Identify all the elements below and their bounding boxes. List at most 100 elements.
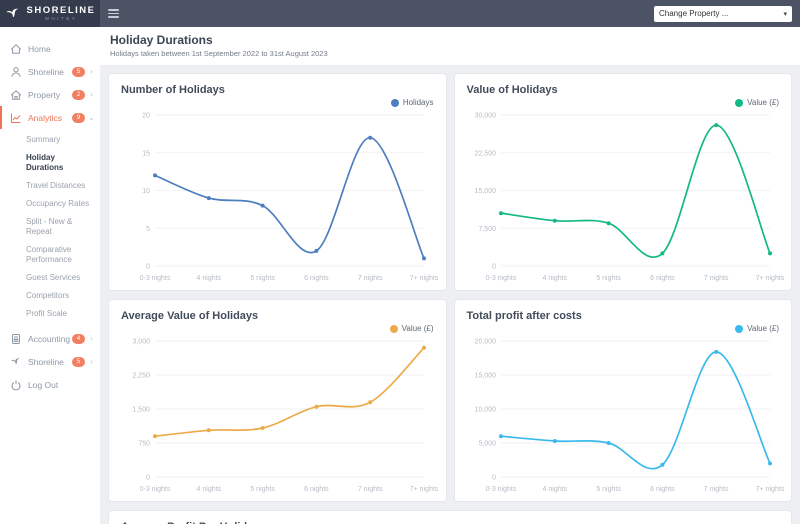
legend-label: Value (£) [747,98,779,107]
svg-text:4 nights: 4 nights [542,275,567,282]
seagull-logo-icon [5,8,18,18]
legend-label: Value (£) [401,324,434,333]
sidebar-item-logout[interactable]: Log Out [0,373,100,396]
svg-text:20,000: 20,000 [474,339,496,346]
house-icon [10,89,22,101]
chart-card-number-of-holidays: Number of Holidays Holidays 0 5 10 15 20 0-3 … [108,73,447,291]
line-chart[interactable]: 0 5,000 10,000 15,000 20,000 0-3 nights 4 nigh… [467,333,784,495]
logo-subtitle: WHITBY [44,16,78,21]
svg-text:1,500: 1,500 [132,407,150,414]
svg-text:0: 0 [492,264,496,271]
svg-text:5 nights: 5 nights [596,486,621,493]
svg-text:15: 15 [142,150,150,157]
sidebar-item-property[interactable]: Property 2 › [0,83,100,106]
svg-text:0: 0 [146,264,150,271]
svg-text:4 nights: 4 nights [542,486,567,493]
submenu-item-holiday-durations[interactable]: Holiday Durations [0,149,100,177]
bird-icon [10,356,22,368]
chart-card-average-profit-per-holiday: Average Profit Per Holiday [108,510,792,524]
submenu-item-summary[interactable]: Summary [0,131,100,149]
person-icon [10,66,22,78]
badge: 4 [72,333,85,344]
submenu-item-comparative-performance[interactable]: Comparative Performance [0,241,100,269]
svg-text:6 nights: 6 nights [304,275,329,282]
sidebar: Home Shoreline 5 › Property 2 › Analytic… [0,27,100,524]
svg-text:7,500: 7,500 [478,226,496,233]
chart-title: Number of Holidays [121,84,225,96]
svg-text:30,000: 30,000 [474,113,496,120]
svg-text:7+ nights: 7+ nights [410,486,439,493]
line-chart[interactable]: 0 5 10 15 20 0-3 nights 4 nights 5 nights 6 nigh… [121,107,439,284]
svg-text:3,000: 3,000 [132,339,150,346]
page-title: Holiday Durations [110,33,213,47]
chevron-down-icon: ⌄ [88,113,95,122]
svg-text:4 nights: 4 nights [197,275,222,282]
svg-text:7 nights: 7 nights [703,275,728,282]
chart-title: Average Value of Holidays [121,310,259,322]
chart-legend: Value (£) [467,324,779,333]
legend-dot-icon [735,98,744,107]
svg-text:5 nights: 5 nights [250,275,275,282]
sidebar-item-shoreline-2[interactable]: Shoreline 5 › [0,350,100,373]
legend-dot-icon [389,324,398,333]
charts-grid: Number of Holidays Holidays 0 5 10 15 20 0-3 … [100,65,800,524]
svg-text:7+ nights: 7+ nights [755,275,784,282]
legend-dot-icon [390,98,399,107]
svg-text:0: 0 [492,475,496,482]
page-subtitle: Holidays taken between 1st September 202… [110,49,328,58]
chevron-right-icon: › [90,90,93,99]
svg-text:6 nights: 6 nights [650,486,675,493]
change-property-label: Change Property ... [659,9,729,18]
chart-title: Total profit after costs [466,310,582,322]
change-property-select[interactable]: Change Property ... ▾ [654,5,792,22]
svg-text:0-3 nights: 0-3 nights [485,486,516,493]
chart-legend: Holidays [121,98,434,107]
badge: 2 [72,89,85,100]
legend-label: Value (£) [747,324,779,333]
power-icon [10,379,22,391]
svg-text:7 nights: 7 nights [703,486,728,493]
sidebar-item-accounting[interactable]: Accounting 4 › [0,327,100,350]
sidebar-item-analytics[interactable]: Analytics 9 ⌄ [0,106,100,129]
app-logo[interactable]: SHORELINE WHITBY [0,0,100,27]
svg-text:7 nights: 7 nights [358,275,383,282]
chart-card-total-profit: Total profit after costs Value (£) 0 5,00… [453,299,792,502]
svg-text:7+ nights: 7+ nights [755,486,784,493]
sidebar-item-home[interactable]: Home [0,37,100,60]
badge: 5 [72,356,85,367]
submenu-item-travel-distances[interactable]: Travel Distances [0,177,100,195]
svg-text:6 nights: 6 nights [304,486,329,493]
svg-text:6 nights: 6 nights [650,275,675,282]
svg-text:0-3 nights: 0-3 nights [140,275,171,282]
svg-text:5 nights: 5 nights [250,486,275,493]
svg-text:4 nights: 4 nights [197,486,222,493]
svg-text:5 nights: 5 nights [596,275,621,282]
badge: 5 [72,66,85,77]
submenu-item-occupancy-rates[interactable]: Occupancy Rates [0,195,100,213]
submenu-item-guest-services[interactable]: Guest Services [0,269,100,287]
svg-text:2,250: 2,250 [132,373,150,380]
line-chart[interactable]: 0 750 1,500 2,250 3,000 0-3 nights 4 nights 5 n… [121,333,438,495]
svg-text:15,000: 15,000 [474,373,496,380]
svg-text:10,000: 10,000 [474,407,496,414]
page-header: Holiday Durations Holidays taken between… [100,27,800,65]
svg-text:5,000: 5,000 [478,441,496,448]
main-content: Holiday Durations Holidays taken between… [100,27,800,524]
chart-legend: Value (£) [121,324,434,333]
legend-dot-icon [735,324,744,333]
line-chart[interactable]: 0 7,500 15,000 22,500 30,000 0-3 nights 4 nigh… [467,107,784,284]
analytics-submenu: Summary Holiday Durations Travel Distanc… [0,129,100,327]
submenu-item-profit-scale[interactable]: Profit Scale [0,305,100,323]
svg-text:7 nights: 7 nights [358,486,383,493]
submenu-item-competitors[interactable]: Competitors [0,287,100,305]
chart-card-average-value: Average Value of Holidays Value (£) 0 750… [108,299,447,502]
chart-legend: Value (£) [467,98,779,107]
top-bar: SHORELINE WHITBY Change Property ... ▾ [0,0,800,27]
submenu-item-split-new-repeat[interactable]: Split - New & Repeat [0,213,100,241]
menu-toggle-icon[interactable] [108,9,119,18]
chevron-down-icon: ▾ [783,10,787,18]
calculator-icon [10,333,22,345]
sidebar-item-shoreline[interactable]: Shoreline 5 › [0,60,100,83]
chevron-right-icon: › [90,357,93,366]
svg-text:20: 20 [142,113,150,120]
